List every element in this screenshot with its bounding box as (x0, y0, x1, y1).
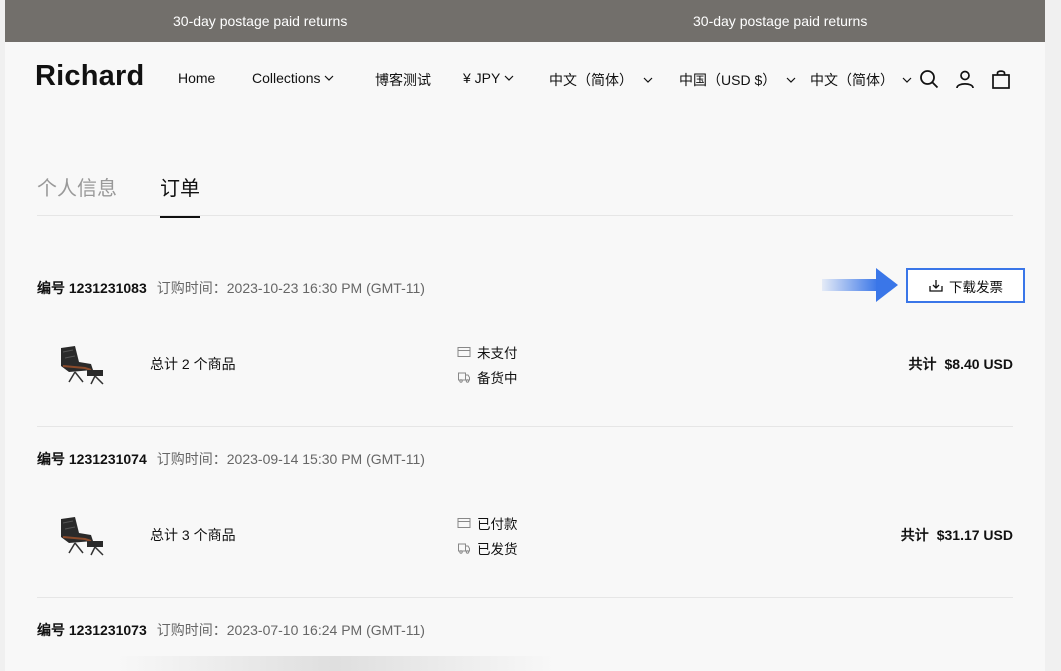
chevron-down-icon (325, 75, 334, 81)
announcement-text: 30-day postage paid returns (693, 13, 868, 29)
nav-collections[interactable]: Collections (252, 70, 334, 86)
shipping-status: 已发货 (457, 538, 518, 558)
account-icon[interactable] (954, 68, 976, 90)
total-label: 共计 (908, 356, 937, 372)
currency-selector[interactable]: ¥ JPY (463, 70, 514, 86)
item-count: 总计 3 个商品 (150, 527, 236, 543)
chevron-down-icon (902, 77, 912, 83)
total-value: $8.40 USD (944, 356, 1013, 372)
tab-profile[interactable]: 个人信息 (37, 172, 117, 201)
site-logo[interactable]: Richard (35, 60, 144, 93)
divider (37, 426, 1013, 427)
payment-status-label: 未支付 (477, 346, 518, 361)
order-time: 订购时间：2023-10-23 16:30 PM (GMT-11) (156, 280, 425, 296)
language-selector[interactable]: 中文（简体） (549, 70, 653, 90)
payment-status: 已付款 (457, 513, 518, 533)
item-count: 总计 2 个商品 (150, 356, 236, 372)
region-label: 中国（USD $） (679, 72, 777, 88)
shipping-status-label: 备货中 (477, 371, 518, 386)
chevron-down-icon (643, 77, 653, 83)
divider (37, 597, 1013, 598)
truck-icon (458, 372, 470, 383)
nav-home-label: Home (178, 70, 216, 86)
payment-status-label: 已付款 (477, 517, 518, 532)
language-label: 中文（简体） (549, 72, 633, 88)
nav-collections-label: Collections (252, 70, 321, 86)
chevron-down-icon (786, 77, 796, 83)
order-header: 编号 1231231074 订购时间：2023-09-14 15:30 PM (G… (37, 449, 425, 469)
language-selector-2[interactable]: 中文（简体） (810, 70, 912, 90)
account-tabs: 个人信息 订单 (37, 160, 1013, 218)
total-label: 共计 (900, 527, 929, 543)
chevron-down-icon (504, 75, 514, 81)
scroll-fade (115, 656, 555, 671)
highlight-arrow-icon (822, 268, 898, 302)
page-frame: 30-day postage paid returns 30-day posta… (5, 0, 1045, 671)
download-invoice-label: 下载发票 (949, 279, 1003, 295)
announcement-bar: 30-day postage paid returns 30-day posta… (5, 0, 1045, 42)
order-total: 共计 $8.40 USD (909, 354, 1013, 374)
announcement-text: 30-day postage paid returns (173, 13, 348, 29)
nav-blog[interactable]: 博客测试 (375, 70, 431, 90)
order-number: 编号 1231231074 (37, 451, 147, 467)
wallet-icon (457, 347, 471, 357)
shipping-status-label: 已发货 (477, 542, 518, 557)
order-number: 编号 1231231083 (37, 280, 147, 296)
download-invoice-button[interactable]: 下载发票 (906, 268, 1025, 303)
region-selector[interactable]: 中国（USD $） (679, 70, 796, 90)
nav-blog-label: 博客测试 (375, 72, 431, 88)
search-icon[interactable] (918, 68, 940, 90)
total-value: $31.17 USD (936, 527, 1013, 543)
payment-status: 未支付 (457, 342, 518, 362)
order-time: 订购时间：2023-07-10 16:24 PM (GMT-11) (156, 622, 425, 638)
cart-icon[interactable] (990, 68, 1012, 90)
nav-home[interactable]: Home (178, 70, 215, 86)
product-thumbnail[interactable] (55, 340, 109, 386)
product-thumbnail[interactable] (55, 511, 109, 557)
order-header: 编号 1231231083 订购时间：2023-10-23 16:30 PM (G… (37, 278, 425, 298)
download-icon (929, 279, 943, 292)
site-header: Richard Home Collections 博客测试 ¥ JPY 中文（简… (5, 42, 1045, 114)
tab-orders[interactable]: 订单 (160, 172, 200, 218)
truck-icon (458, 543, 470, 554)
order-header: 编号 1231231073 订购时间：2023-07-10 16:24 PM (G… (37, 620, 425, 640)
order-total: 共计 $31.17 USD (901, 525, 1013, 545)
currency-label: ¥ JPY (463, 70, 501, 86)
wallet-icon (457, 518, 471, 528)
shipping-status: 备货中 (457, 367, 518, 387)
order-time: 订购时间：2023-09-14 15:30 PM (GMT-11) (156, 451, 425, 467)
language2-label: 中文（简体） (810, 72, 894, 88)
order-number: 编号 1231231073 (37, 622, 147, 638)
